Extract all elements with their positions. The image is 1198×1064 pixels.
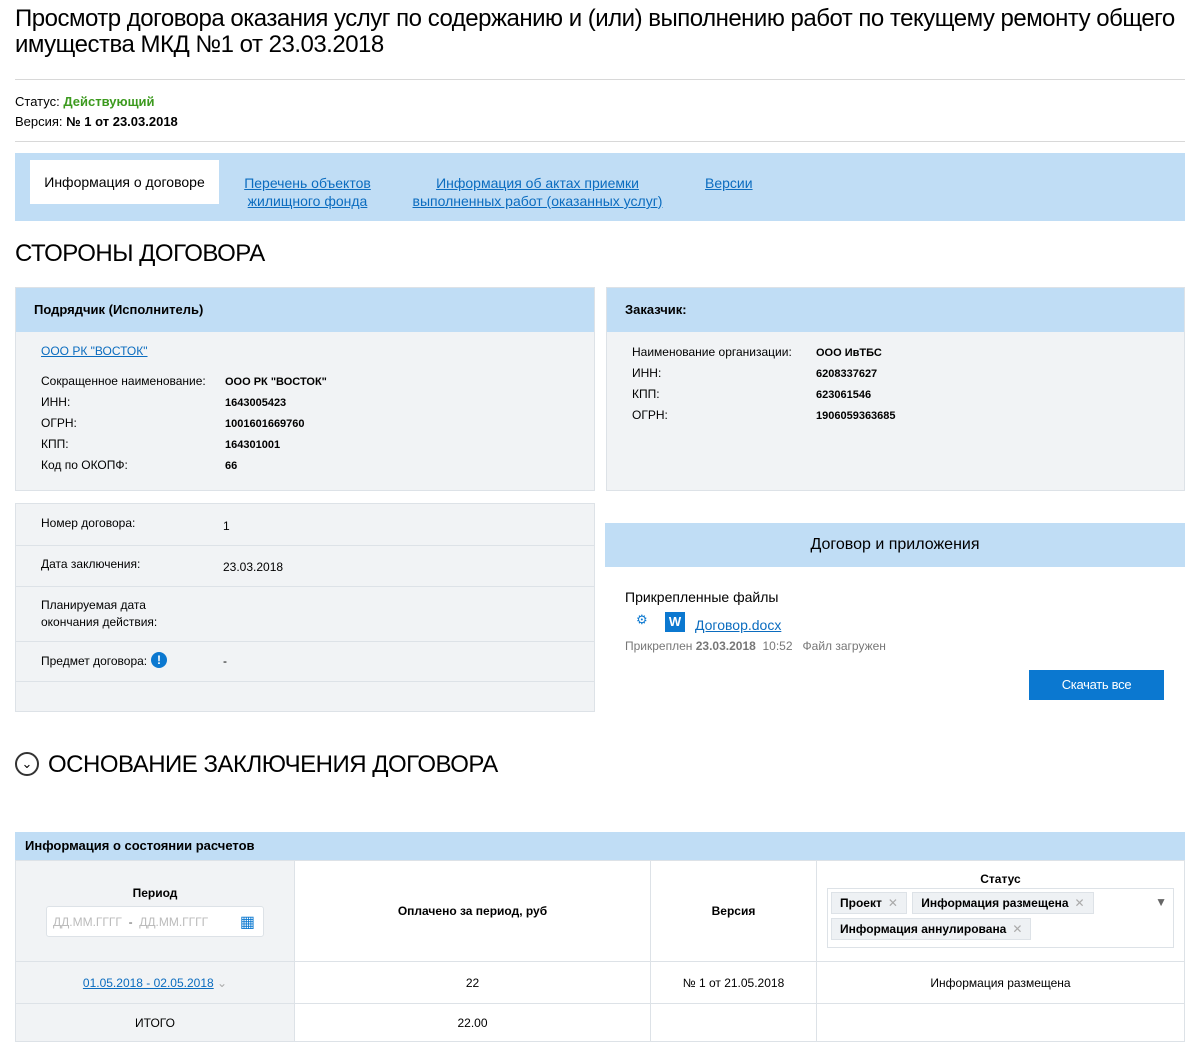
- field-value: ООО РК "ВОСТОК": [225, 376, 327, 388]
- field-label: Наименование организации:: [632, 345, 792, 359]
- contractor-link[interactable]: ООО РК "ВОСТОК": [41, 344, 148, 358]
- remove-icon[interactable]: ✕: [1075, 896, 1085, 910]
- signature-icon[interactable]: ⚙: [636, 613, 652, 627]
- field-label: Код по ОКОПФ:: [41, 458, 128, 472]
- status-cell: Информация размещена: [816, 961, 1185, 1004]
- period-header: Период ДД.ММ.ГГГГ - ДД.ММ.ГГГГ ▦: [15, 860, 295, 962]
- period-label: Период: [132, 885, 178, 900]
- status-line: Статус: Действующий: [15, 94, 155, 109]
- label: Дата заключения:: [41, 557, 141, 571]
- row-number: Номер договора: 1: [16, 504, 594, 546]
- contract-details-panel: Номер договора: 1 Дата заключения: 23.03.2…: [15, 503, 595, 712]
- table-row: 01.05.2018 - 02.05.2018 ⌄ 22 № 1 от 21.0…: [15, 961, 1185, 1004]
- row-end-date: Планируемая дата окончания действия:: [16, 587, 594, 642]
- field-label: КПП:: [41, 437, 69, 451]
- field-label: ОГРН:: [41, 416, 77, 430]
- period-date-input[interactable]: ДД.ММ.ГГГГ - ДД.ММ.ГГГГ ▦: [46, 905, 264, 937]
- field-value: 1001601669760: [225, 418, 305, 430]
- payments-table: Период ДД.ММ.ГГГГ - ДД.ММ.ГГГГ ▦ Оплачено…: [15, 860, 1185, 1042]
- attached-label: Прикреплен: [625, 639, 693, 653]
- total-value: 22.00: [294, 1003, 651, 1042]
- field-label: ИНН:: [41, 395, 71, 409]
- row-subject: Предмет договора:! -: [16, 642, 594, 682]
- date-from-placeholder: ДД.ММ.ГГГГ: [53, 914, 122, 929]
- total-row: ИТОГО 22.00: [15, 1003, 1185, 1042]
- label: Номер договора:: [41, 516, 136, 530]
- status-multiselect[interactable]: Проект ✕ Информация размещена ✕ Информация…: [827, 888, 1174, 948]
- customer-panel: Заказчик: Наименование организации: ООО И…: [606, 287, 1185, 491]
- dropdown-arrow-icon[interactable]: ▼: [1155, 895, 1167, 909]
- value: -: [223, 654, 227, 668]
- paid-cell: 22: [294, 961, 651, 1004]
- status-label: Статус: [980, 872, 1021, 886]
- version-cell: № 1 от 21.05.2018: [650, 961, 817, 1004]
- label: Планируемая дата окончания действия:: [41, 598, 158, 629]
- status-value: Действующий: [63, 94, 155, 109]
- field-value: 1906059363685: [816, 410, 896, 422]
- divider: [15, 141, 1185, 142]
- download-all-button[interactable]: Скачать все: [1029, 670, 1164, 700]
- total-label: ИТОГО: [15, 1003, 295, 1042]
- contractor-header: Подрядчик (Исполнитель): [16, 288, 594, 332]
- section-title-basis[interactable]: ОСНОВАНИЕ ЗАКЛЮЧЕНИЯ ДОГОВОРА: [48, 751, 498, 779]
- word-file-icon: W: [665, 612, 685, 632]
- tab-acts[interactable]: Информация об актах приемки выполненных …: [405, 174, 670, 210]
- attached-files-label: Прикрепленные файлы: [625, 589, 779, 605]
- field-label: ОГРН:: [632, 408, 668, 422]
- expand-chevron-icon[interactable]: ⌄: [15, 752, 39, 776]
- value: 23.03.2018: [223, 560, 284, 574]
- field-value: 1643005423: [225, 397, 287, 409]
- section-title-sides: СТОРОНЫ ДОГОВОРА: [15, 240, 265, 267]
- field-label: Сокращенное наименование:: [41, 374, 206, 388]
- field-label: КПП:: [632, 387, 660, 401]
- field-value: 623061546: [816, 389, 872, 401]
- calendar-icon[interactable]: ▦: [240, 912, 255, 932]
- payments-header: Информация о состоянии расчетов: [15, 832, 1185, 860]
- customer-header: Заказчик:: [607, 288, 1184, 332]
- contractor-panel: Подрядчик (Исполнитель) ООО РК "ВОСТОК" …: [15, 287, 595, 491]
- version-header: Версия: [650, 860, 817, 962]
- page-title: Просмотр договора оказания услуг по соде…: [15, 5, 1175, 58]
- field-label: ИНН:: [632, 366, 662, 380]
- file-status: Файл загружен: [802, 639, 886, 653]
- tab-objects[interactable]: Перечень объектов жилищного фонда: [240, 174, 375, 210]
- value: 1: [223, 519, 230, 533]
- version-value: № 1 от 23.03.2018: [66, 114, 178, 129]
- field-value: 66: [225, 460, 238, 472]
- date-to-placeholder: ДД.ММ.ГГГГ: [139, 914, 209, 929]
- label: Предмет договора:: [41, 654, 148, 668]
- paid-header: Оплачено за период, руб: [294, 860, 651, 962]
- version-label: Версия:: [15, 114, 63, 129]
- row-date: Дата заключения: 23.03.2018: [16, 546, 594, 587]
- field-value: ООО ИвТБС: [816, 347, 882, 359]
- file-link[interactable]: Договор.docx: [695, 617, 781, 633]
- remove-icon[interactable]: ✕: [1012, 922, 1022, 936]
- field-value: 6208337627: [816, 368, 878, 380]
- attached-time: 10:52: [762, 639, 793, 653]
- version-line: Версия: № 1 от 23.03.2018: [15, 114, 178, 129]
- tab-bar: Информация о договоре Перечень объектов …: [15, 153, 1185, 221]
- tab-contract-info[interactable]: Информация о договоре: [30, 160, 219, 204]
- chip-project: Проект ✕: [831, 892, 907, 914]
- field-value: 164301001: [225, 439, 281, 451]
- status-header: Статус Проект ✕ Информация размещена ✕ Инф…: [816, 860, 1185, 962]
- tab-versions[interactable]: Версии: [705, 174, 753, 192]
- attached-date: 23.03.2018: [695, 639, 756, 653]
- chip-annulled: Информация аннулирована ✕: [831, 918, 1032, 940]
- docs-header: Договор и приложения: [605, 523, 1185, 567]
- file-meta: Прикреплен 23.03.2018 10:52 Файл загруже…: [625, 639, 886, 653]
- period-link[interactable]: 01.05.2018 - 02.05.2018: [83, 976, 214, 990]
- status-label: Статус:: [15, 94, 60, 109]
- chip-published: Информация размещена ✕: [912, 892, 1094, 914]
- double-chevron-down-icon[interactable]: ⌄: [217, 976, 227, 990]
- remove-icon[interactable]: ✕: [888, 896, 898, 910]
- info-icon[interactable]: !: [151, 652, 167, 668]
- period-cell: 01.05.2018 - 02.05.2018 ⌄: [15, 961, 295, 1004]
- date-separator: -: [128, 914, 133, 929]
- divider: [15, 79, 1185, 80]
